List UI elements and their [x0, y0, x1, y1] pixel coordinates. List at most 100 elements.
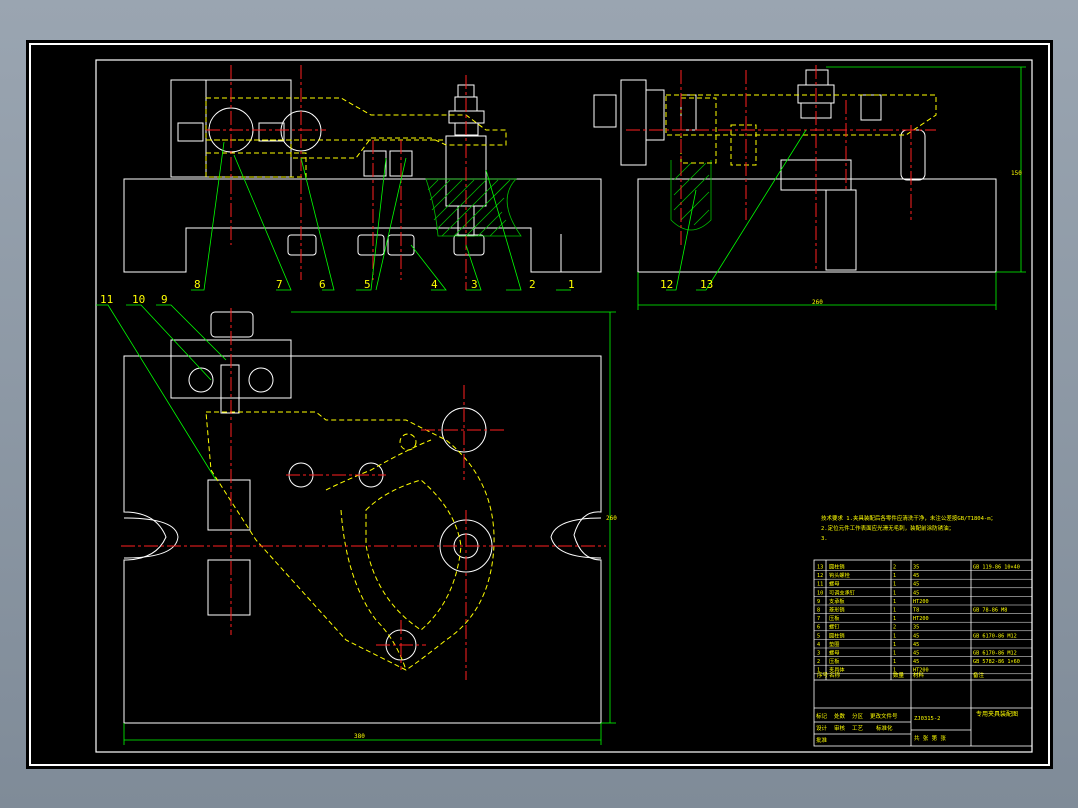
note-line-2: 2.定位元件工作表面应光滑无毛刺，装配前涂防锈油； — [821, 524, 954, 532]
dim-top-height: 260 — [606, 515, 617, 522]
parts-cell-note: GB 6170-86 M12 — [973, 651, 1017, 657]
parts-cell-mat: 45 — [913, 659, 919, 665]
parts-cell-name: 螺母 — [829, 580, 839, 588]
parts-cell-name: 压板 — [829, 657, 840, 665]
tb-role-3: 标准化 — [876, 724, 893, 732]
parts-cell-qty: 1 — [893, 659, 896, 665]
header-qty: 数量 — [893, 671, 905, 679]
parts-cell-mat: 45 — [913, 633, 919, 639]
parts-cell-name: 圆柱销 — [829, 631, 845, 639]
parts-cell-mat: HT200 — [913, 599, 929, 605]
front-view — [123, 79, 602, 273]
top-centerlines — [121, 308, 606, 680]
dim-side-height: 150 — [1011, 170, 1022, 177]
balloon-10: 10 — [132, 293, 145, 306]
parts-cell-qty: 2 — [893, 625, 896, 631]
parts-cell-qty: 2 — [893, 565, 896, 571]
parts-cell-mat: 45 — [913, 642, 919, 648]
parts-cell-no: 6 — [817, 625, 820, 631]
tb-label-3: 更改文件号 — [870, 712, 898, 720]
drawing-title: 专用夹具装配图 — [976, 710, 1018, 718]
parts-cell-name: 压板 — [829, 614, 840, 622]
parts-cell-mat: HT200 — [913, 616, 929, 622]
dim-top-width: 380 — [354, 733, 365, 740]
tb-role-4: 批准 — [816, 736, 828, 744]
parts-cell-name: 钩头螺栓 — [829, 571, 851, 579]
parts-cell-qty: 1 — [893, 582, 896, 588]
parts-cell-name: 可调支承钉 — [829, 588, 855, 596]
balloon-13: 13 — [700, 278, 713, 291]
parts-cell-no: 12 — [817, 573, 823, 579]
parts-cell-no: 5 — [817, 633, 820, 639]
tb-sheet: 共 张 第 张 — [914, 734, 946, 742]
drawing-sheet: 8 7 6 5 4 3 2 1 12 13 260 150 11 10 9 38… — [29, 43, 1050, 766]
parts-cell-no: 10 — [817, 590, 823, 596]
balloon-5: 5 — [364, 278, 371, 291]
parts-cell-name: 支承板 — [829, 597, 845, 605]
tb-role-0: 设计 — [816, 724, 828, 732]
parts-cell-mat: 35 — [913, 625, 919, 631]
tb-label-2: 分区 — [852, 712, 864, 720]
parts-cell-qty: 1 — [893, 573, 896, 579]
parts-cell-qty: 1 — [893, 642, 896, 648]
parts-cell-mat: 35 — [913, 565, 919, 571]
note-line-1: 技术要求 1.夹具装配后各零件应清洗干净，未注公差按GB/T1804-m； — [821, 514, 996, 522]
parts-cell-qty: 1 — [893, 616, 896, 622]
parts-cell-mat: 45 — [913, 573, 919, 579]
top-dimensions — [96, 304, 616, 745]
parts-cell-qty: 1 — [893, 633, 896, 639]
parts-cell-note: GB 5782-86 1×60 — [973, 659, 1020, 665]
header-name: 名称 — [829, 671, 841, 679]
parts-cell-no: 3 — [817, 651, 820, 657]
parts-cell-no: 11 — [817, 582, 823, 588]
note-line-3: 3. — [821, 536, 828, 542]
parts-cell-qty: 1 — [893, 608, 896, 614]
top-hidden-lines — [205, 411, 495, 671]
balloon-2: 2 — [529, 278, 536, 291]
tb-label-0: 标记 — [816, 712, 828, 720]
balloon-3: 3 — [471, 278, 478, 291]
balloon-4: 4 — [431, 278, 438, 291]
parts-cell-mat: 45 — [913, 582, 919, 588]
balloon-12: 12 — [660, 278, 673, 291]
parts-list: 13 圆柱销 2 35 GB 119-86 10×4012 钩头螺栓 1 4511 螺母 1 451… — [814, 563, 1032, 675]
parts-cell-no: 4 — [817, 642, 820, 648]
parts-cell-no: 8 — [817, 608, 820, 614]
cad-viewport[interactable]: 8 7 6 5 4 3 2 1 12 13 260 150 11 10 9 38… — [26, 40, 1053, 769]
technical-notes: 技术要求 1.夹具装配后各零件应清洗干净，未注公差按GB/T1804-m； 2.… — [821, 514, 996, 542]
parts-cell-name: 菱形销 — [829, 606, 845, 614]
tb-role-2: 工艺 — [852, 725, 864, 732]
balloon-7: 7 — [276, 278, 283, 291]
top-view — [123, 311, 602, 724]
parts-cell-qty: 1 — [893, 599, 896, 605]
parts-cell-name: 圆柱销 — [829, 563, 845, 571]
parts-cell-name: 螺母 — [829, 649, 839, 657]
title-block-text: 序号 名称 数量 材料 备注 专用夹具装配图 ZJ0315-2 标记 处数 分区… — [816, 671, 1018, 744]
parts-cell-mat: T8 — [913, 608, 919, 614]
parts-cell-note: GB 78-86 M8 — [973, 608, 1007, 614]
balloon-11: 11 — [100, 293, 113, 306]
front-leaders — [191, 141, 571, 291]
balloon-6: 6 — [319, 278, 326, 291]
parts-cell-no: 2 — [817, 659, 820, 665]
tb-label-1: 处数 — [834, 712, 846, 720]
parts-cell-no: 13 — [817, 565, 823, 571]
tb-role-1: 审核 — [834, 724, 846, 732]
parts-cell-mat: 45 — [913, 590, 919, 596]
drawing-code: ZJ0315-2 — [914, 716, 941, 722]
parts-cell-no: 9 — [817, 599, 820, 605]
parts-cell-name: 螺钉 — [829, 623, 839, 631]
parts-cell-no: 7 — [817, 616, 820, 622]
header-no: 序号 — [817, 671, 829, 679]
front-hidden-lines — [205, 97, 507, 178]
balloon-8: 8 — [194, 278, 201, 291]
header-mat: 材料 — [913, 671, 925, 679]
top-labels: 11 10 9 380 260 — [100, 293, 617, 740]
side-section-hatch — [670, 160, 712, 231]
front-balloons: 8 7 6 5 4 3 2 1 — [194, 278, 575, 291]
header-note: 备注 — [973, 671, 985, 679]
parts-cell-name: 垫圈 — [829, 640, 839, 648]
balloon-9: 9 — [161, 293, 168, 306]
dim-side-width: 260 — [812, 299, 823, 306]
parts-cell-qty: 1 — [893, 590, 896, 596]
